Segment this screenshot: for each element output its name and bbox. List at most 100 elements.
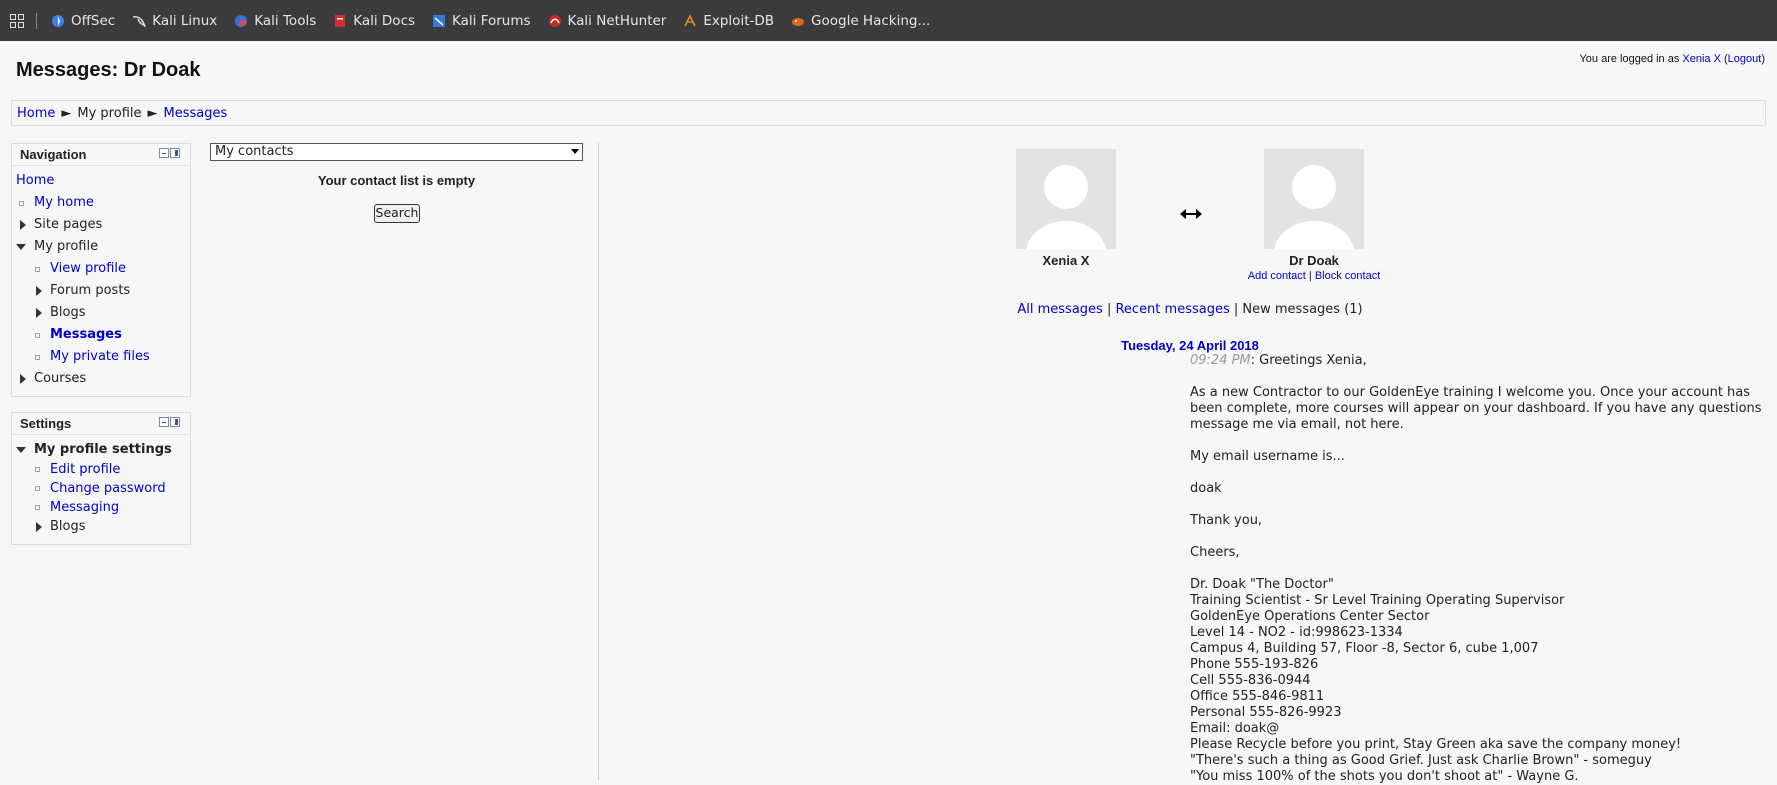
search-button[interactable]: Search — [374, 204, 420, 223]
settings-block-header: Settings — [12, 413, 190, 435]
recent-messages-link[interactable]: Recent messages — [1115, 302, 1229, 317]
bookmark-kali-tools[interactable]: Kali Tools — [234, 13, 316, 29]
chevron-down-icon — [571, 149, 579, 154]
bookmarks-bar: OffSec Kali Linux Kali Tools Kali Docs K… — [0, 0, 1777, 41]
nav-my-home-link[interactable]: My home — [34, 195, 94, 210]
new-messages-label: New messages (1) — [1242, 302, 1363, 317]
message-date-heading: Tuesday, 24 April 2018 — [1121, 338, 1259, 353]
collapse-block-icon[interactable] — [159, 417, 169, 427]
message-body: 09:24 PM: Greetings Xenia, As a new Cont… — [1190, 353, 1770, 785]
nav-item-my-home[interactable]: My home — [12, 192, 190, 214]
collapse-arrow-icon[interactable] — [16, 244, 26, 250]
message-filters: All messages | Recent messages | New mes… — [1000, 302, 1380, 317]
messaging-link[interactable]: Messaging — [50, 500, 119, 515]
settings-title: Settings — [20, 416, 72, 431]
nav-site-pages-label: Site pages — [34, 217, 103, 232]
bookmark-kali-docs[interactable]: Kali Docs — [333, 13, 415, 29]
message-line: Dr. Doak "The Doctor" — [1190, 577, 1334, 592]
message-line: doak — [1190, 481, 1222, 496]
apps-grid-icon[interactable] — [10, 13, 24, 28]
bookmark-label: Kali Tools — [254, 12, 317, 29]
nav-item-blogs[interactable]: Blogs — [12, 302, 190, 324]
collapse-block-icon[interactable] — [159, 148, 169, 158]
navigation-block-header: Navigation — [12, 144, 190, 166]
message-line: Level 14 - NO2 - id:998623-1334 — [1190, 625, 1403, 640]
message-line — [1190, 465, 1770, 481]
bookmark-kali-linux[interactable]: Kali Linux — [132, 13, 217, 29]
default-user-icon — [1274, 165, 1354, 249]
message-line: Please Recycle before you print, Stay Gr… — [1190, 737, 1682, 752]
nav-item-my-profile[interactable]: My profile — [12, 236, 190, 258]
message-time: 09:24 PM — [1190, 353, 1251, 368]
settings-tree: My profile settings Edit profile Change … — [12, 435, 190, 536]
collapse-arrow-icon[interactable] — [16, 447, 26, 453]
nav-home-link[interactable]: Home — [16, 173, 54, 188]
bullet-icon — [35, 505, 40, 510]
bookmark-kali-forums[interactable]: Kali Forums — [432, 13, 531, 29]
block-contact-link[interactable]: Block contact — [1315, 270, 1380, 282]
bookmark-label: Kali NetHunter — [567, 12, 667, 29]
bookmark-kali-nethunter[interactable]: Kali NetHunter — [548, 12, 667, 29]
nav-item-courses[interactable]: Courses — [12, 368, 190, 390]
bookmark-exploit-db[interactable]: Exploit-DB — [683, 13, 774, 29]
message-line: As a new Contractor to our GoldenEye tra… — [1190, 385, 1762, 432]
message-line — [1190, 369, 1770, 385]
settings-item-profile-settings[interactable]: My profile settings — [12, 440, 190, 460]
user1-name: Xenia X — [1042, 253, 1090, 268]
breadcrumb-my-profile: My profile — [77, 105, 142, 121]
link-separator: | — [1305, 270, 1315, 282]
settings-section-label: My profile settings — [34, 442, 172, 457]
bookmarks-separator — [36, 12, 37, 29]
expand-arrow-icon[interactable] — [36, 286, 42, 296]
dock-block-icon[interactable] — [170, 148, 180, 158]
expand-arrow-icon[interactable] — [36, 522, 42, 532]
bookmark-label: Exploit-DB — [703, 12, 775, 29]
breadcrumb-home[interactable]: Home — [17, 106, 55, 121]
settings-item-edit-profile[interactable]: Edit profile — [12, 460, 190, 479]
bullet-icon — [35, 486, 40, 491]
link-separator: | — [1229, 302, 1243, 317]
bookmark-label: Kali Linux — [152, 12, 218, 29]
all-messages-link[interactable]: All messages — [1017, 302, 1102, 317]
bookmark-google-hacking[interactable]: Google Hacking... — [791, 13, 930, 29]
nav-item-site-pages[interactable]: Site pages — [12, 214, 190, 236]
message-line: Training Scientist - Sr Level Training O… — [1190, 593, 1565, 608]
nav-item-private-files[interactable]: My private files — [12, 346, 190, 368]
edit-profile-link[interactable]: Edit profile — [50, 462, 120, 477]
message-first-line: 09:24 PM: Greetings Xenia, — [1190, 353, 1770, 369]
add-contact-link[interactable]: Add contact — [1248, 270, 1306, 282]
nav-item-home[interactable]: Home — [12, 170, 190, 192]
nav-item-messages[interactable]: Messages — [12, 324, 190, 346]
settings-item-blogs[interactable]: Blogs — [12, 517, 190, 536]
dock-block-icon[interactable] — [170, 417, 180, 427]
bookmark-offsec[interactable]: OffSec — [51, 13, 115, 29]
expand-arrow-icon[interactable] — [20, 220, 26, 230]
offsec-icon — [51, 14, 65, 28]
navigation-block: Navigation Home My home Site pages My pr… — [11, 143, 191, 397]
nav-private-files-link[interactable]: My private files — [50, 349, 150, 364]
contacts-select[interactable]: My contacts — [210, 143, 583, 161]
nav-my-profile-label: My profile — [34, 239, 99, 254]
logged-in-user-link[interactable]: Xenia X — [1682, 53, 1721, 65]
nav-view-profile-link[interactable]: View profile — [50, 261, 126, 276]
settings-item-messaging[interactable]: Messaging — [12, 498, 190, 517]
expand-arrow-icon[interactable] — [36, 308, 42, 318]
nav-messages-link[interactable]: Messages — [50, 327, 122, 342]
message-line — [1190, 497, 1770, 513]
breadcrumb-messages[interactable]: Messages — [164, 106, 228, 121]
settings-item-change-password[interactable]: Change password — [12, 479, 190, 498]
nav-item-view-profile[interactable]: View profile — [12, 258, 190, 280]
bullet-icon — [35, 355, 40, 360]
page-title: Messages: Dr Doak — [16, 59, 201, 81]
message-line: Cheers, — [1190, 545, 1240, 560]
message-line: Email: doak@ — [1190, 721, 1280, 736]
message-line: "There's such a thing as Good Grief. Jus… — [1190, 753, 1652, 768]
kali-forums-icon — [432, 14, 446, 28]
bullet-icon — [35, 467, 40, 472]
message-line: Campus 4, Building 57, Floor -8, Sector … — [1190, 641, 1539, 656]
nav-item-forum-posts[interactable]: Forum posts — [12, 280, 190, 302]
message-line: Phone 555-193-826 — [1190, 657, 1319, 672]
logout-link[interactable]: Logout — [1728, 53, 1762, 65]
expand-arrow-icon[interactable] — [20, 374, 26, 384]
change-password-link[interactable]: Change password — [50, 481, 166, 496]
